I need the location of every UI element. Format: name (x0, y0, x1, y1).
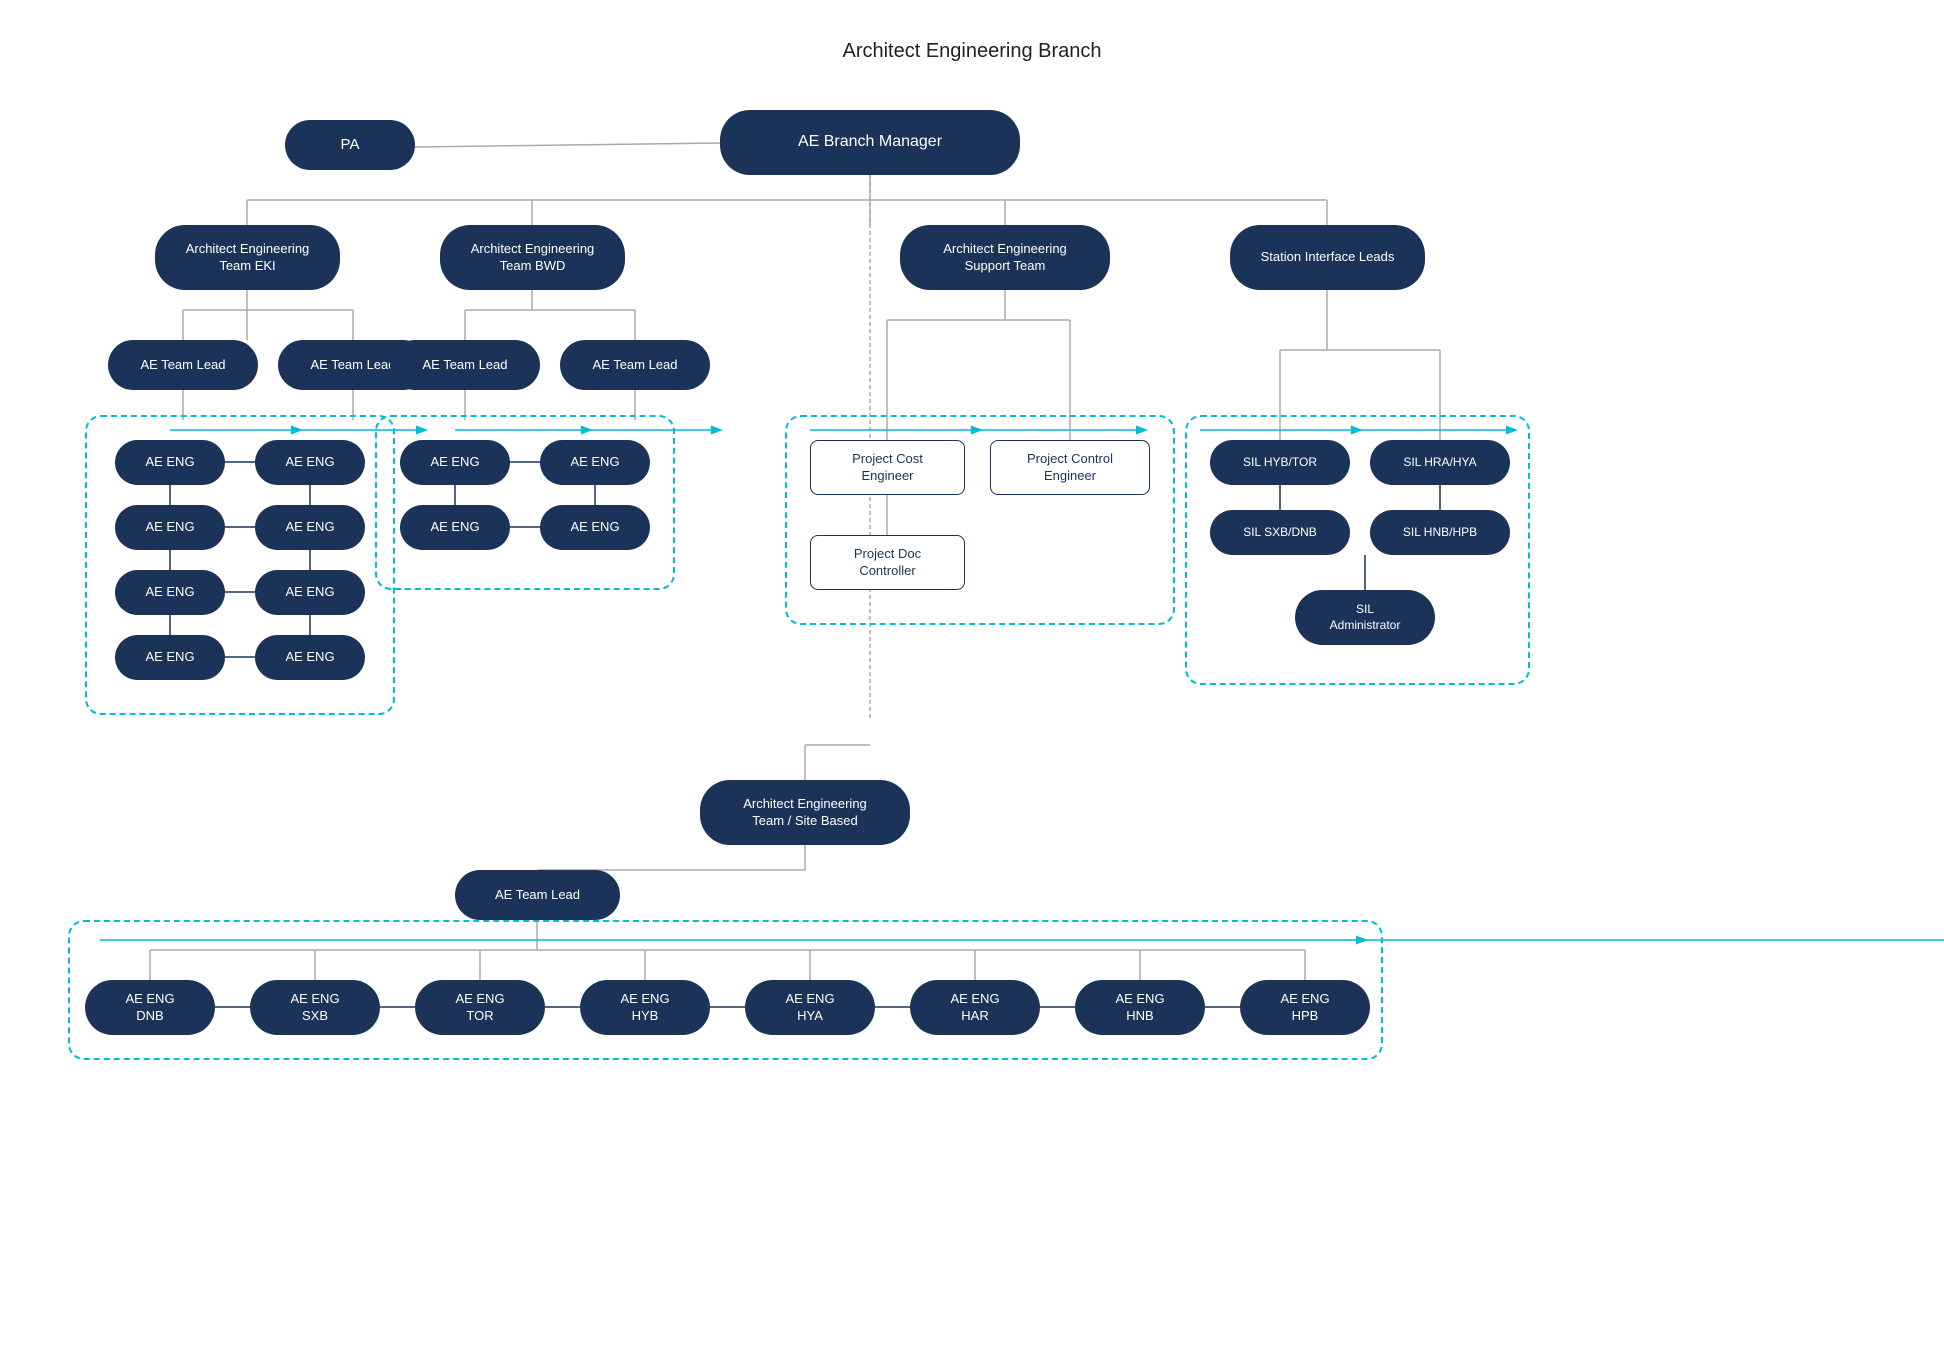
node-eng-bwd-r2c1: AE ENG (400, 505, 510, 550)
node-ae-team-site: Architect EngineeringTeam / Site Based (700, 780, 910, 845)
node-ae-team-eki: Architect EngineeringTeam EKI (155, 225, 340, 290)
node-ae-team-lead-eki-1: AE Team Lead (108, 340, 258, 390)
node-sil-hnb-hpb: SIL HNB/HPB (1370, 510, 1510, 555)
node-project-cost: Project CostEngineer (810, 440, 965, 495)
node-eng-tor: AE ENGTOR (415, 980, 545, 1035)
node-eng-dnb: AE ENGDNB (85, 980, 215, 1035)
node-eng-hnb: AE ENGHNB (1075, 980, 1205, 1035)
node-sil-hra-hya: SIL HRA/HYA (1370, 440, 1510, 485)
node-sil-sxb-dnb: SIL SXB/DNB (1210, 510, 1350, 555)
node-ae-team-lead-site: AE Team Lead (455, 870, 620, 920)
node-eng-bwd-r1c1: AE ENG (400, 440, 510, 485)
node-eng-eki-r2c2: AE ENG (255, 505, 365, 550)
node-eng-eki-r4c1: AE ENG (115, 635, 225, 680)
node-eng-eki-r3c2: AE ENG (255, 570, 365, 615)
node-eng-hpb: AE ENGHPB (1240, 980, 1370, 1035)
node-ae-team-lead-bwd-1: AE Team Lead (390, 340, 540, 390)
page: Architect Engineering Branch (0, 0, 1944, 1360)
node-eng-eki-r2c1: AE ENG (115, 505, 225, 550)
node-pa: PA (285, 120, 415, 170)
node-ae-support: Architect EngineeringSupport Team (900, 225, 1110, 290)
node-eng-eki-r1c2: AE ENG (255, 440, 365, 485)
node-eng-har: AE ENGHAR (910, 980, 1040, 1035)
node-eng-eki-r1c1: AE ENG (115, 440, 225, 485)
node-eng-hyb: AE ENGHYB (580, 980, 710, 1035)
node-eng-eki-r4c2: AE ENG (255, 635, 365, 680)
node-ae-team-lead-bwd-2: AE Team Lead (560, 340, 710, 390)
node-ae-team-bwd: Architect EngineeringTeam BWD (440, 225, 625, 290)
node-project-doc: Project DocController (810, 535, 965, 590)
node-sil-admin: SILAdministrator (1295, 590, 1435, 645)
page-title: Architect Engineering Branch (842, 40, 1101, 63)
node-sil-hyb-tor: SIL HYB/TOR (1210, 440, 1350, 485)
node-eng-bwd-r2c2: AE ENG (540, 505, 650, 550)
node-eng-hya: AE ENGHYA (745, 980, 875, 1035)
node-eng-sxb: AE ENGSXB (250, 980, 380, 1035)
node-station-interface: Station Interface Leads (1230, 225, 1425, 290)
node-eng-bwd-r1c2: AE ENG (540, 440, 650, 485)
node-eng-eki-r3c1: AE ENG (115, 570, 225, 615)
node-ae-branch-manager: AE Branch Manager (720, 110, 1020, 175)
node-project-control: Project ControlEngineer (990, 440, 1150, 495)
